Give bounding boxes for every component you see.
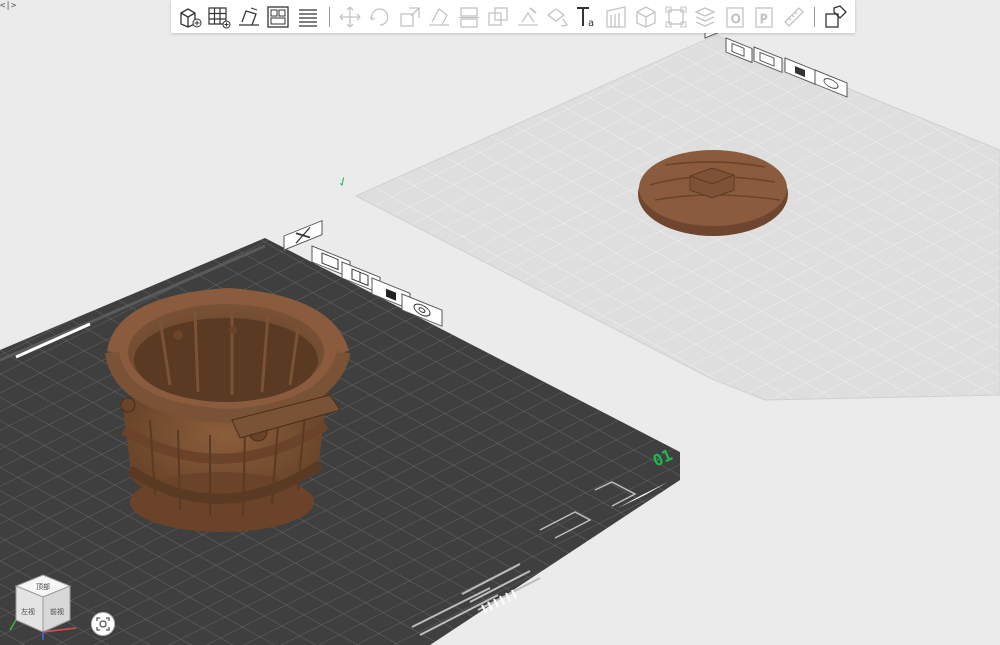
support-paint-button[interactable] (514, 3, 542, 31)
svg-text:P: P (760, 12, 767, 26)
panel-toggle-button[interactable]: <|> (0, 0, 16, 12)
view-cube-top-label[interactable]: 顶部 (36, 582, 50, 591)
variable-layer-button[interactable] (603, 3, 631, 31)
boolean-button[interactable] (484, 3, 512, 31)
view-cube-front-label[interactable]: 前视 (50, 607, 64, 616)
variable-layer-icon (606, 5, 627, 28)
text-icon: a (576, 6, 594, 29)
axis-y (9, 619, 17, 631)
orient-icon (238, 7, 259, 26)
bounding-box-button[interactable] (662, 3, 690, 31)
split-objects-icon (694, 6, 716, 27)
hollow-button[interactable] (632, 3, 660, 31)
scale-button[interactable] (396, 3, 424, 31)
lay-face-icon (429, 7, 450, 26)
move-icon (340, 6, 361, 27)
wooden-bucket-model[interactable] (105, 287, 351, 532)
cut-button[interactable] (455, 3, 483, 31)
seam-paint-icon (547, 7, 569, 27)
lay-on-face-button[interactable] (425, 3, 453, 31)
text-button[interactable]: a (573, 3, 601, 31)
scale-icon (399, 6, 420, 27)
add-cube-icon (180, 7, 202, 28)
add-object-button[interactable] (176, 3, 204, 31)
plate-settings-button[interactable]: P (750, 3, 778, 31)
split-objects-button[interactable] (691, 3, 719, 31)
move-button[interactable] (337, 3, 365, 31)
split-parts-button[interactable]: O (721, 3, 749, 31)
assemble-button[interactable] (822, 3, 850, 31)
boolean-icon (488, 6, 508, 26)
bounding-box-icon (665, 6, 686, 27)
measure-icon (783, 6, 804, 27)
bucket-lid-model[interactable] (638, 150, 788, 236)
reset-view-button[interactable] (91, 612, 115, 636)
hollow-icon (636, 5, 656, 28)
svg-text:O: O (731, 12, 740, 26)
seam-paint-button[interactable] (544, 3, 572, 31)
plate-2-label: ✓ (336, 173, 350, 191)
assemble-icon (825, 4, 848, 28)
view-cube-left-label[interactable]: 左视 (21, 607, 35, 616)
auto-orient-button[interactable] (235, 3, 263, 31)
layers-button[interactable] (294, 3, 322, 31)
view-cube[interactable]: 顶部 左视 前视 (8, 572, 78, 642)
arrange-icon (267, 5, 290, 28)
support-paint-icon (517, 6, 538, 26)
split-parts-icon: O (725, 6, 744, 28)
toolbar-separator (328, 6, 330, 27)
cut-icon (458, 6, 479, 28)
plate-1-close-icon[interactable] (283, 219, 323, 251)
reset-view-icon (96, 617, 110, 631)
rotate-icon (369, 7, 389, 26)
svg-text:a: a (588, 18, 594, 29)
add-plate-grid-icon (208, 6, 231, 28)
arrange-button[interactable] (265, 3, 293, 31)
add-plate-button[interactable] (206, 3, 234, 31)
measure-button[interactable] (780, 3, 808, 31)
layers-icon (298, 8, 317, 27)
toolbar-separator (814, 6, 816, 27)
rotate-button[interactable] (366, 3, 394, 31)
plate-settings-icon: P (755, 6, 773, 28)
main-toolbar: a O P (171, 0, 855, 33)
viewport-3d[interactable]: ✓ 01 (0, 0, 1000, 645)
